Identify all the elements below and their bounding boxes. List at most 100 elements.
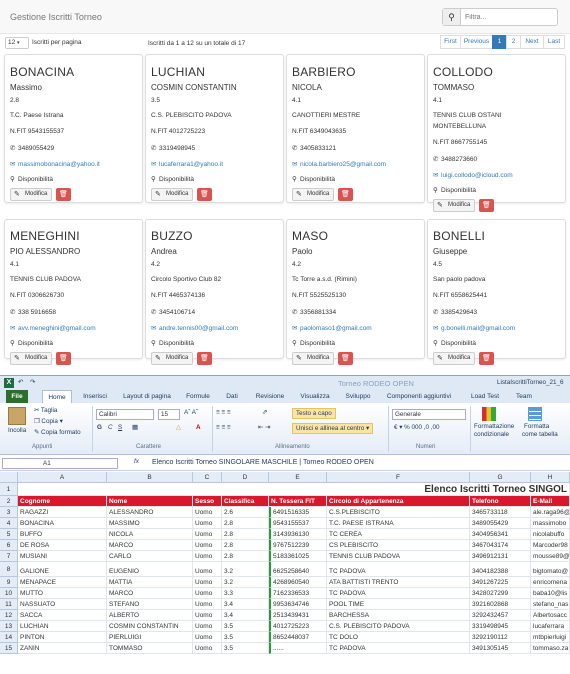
font-size-select[interactable]: 15 bbox=[158, 409, 180, 420]
table-cell[interactable]: 3.2 bbox=[222, 577, 269, 588]
availability-label[interactable]: Disponibilità bbox=[18, 340, 53, 347]
redo-icon[interactable]: ↷ bbox=[30, 379, 35, 386]
format-table-button[interactable]: Formatta bbox=[524, 423, 549, 430]
table-cell[interactable]: Uomo bbox=[193, 610, 222, 621]
row-header[interactable]: 14 bbox=[0, 632, 18, 643]
column-header[interactable]: E bbox=[269, 472, 327, 483]
table-cell[interactable]: ...... bbox=[269, 643, 327, 654]
per-page-select[interactable]: 12 ▾ bbox=[5, 37, 29, 49]
table-cell[interactable]: TC DOLO bbox=[327, 632, 470, 643]
table-cell[interactable]: CARLO bbox=[107, 551, 193, 562]
availability-label[interactable]: Disponibilità bbox=[300, 176, 335, 183]
table-cell[interactable]: 9543155537 bbox=[269, 518, 327, 529]
table-cell[interactable]: MASSIMO bbox=[107, 518, 193, 529]
column-header[interactable]: A bbox=[18, 472, 107, 483]
table-cell[interactable]: nicolabuffo bbox=[531, 529, 570, 540]
table-cell[interactable]: C.S.PLEBISCITO bbox=[327, 507, 470, 518]
row-header[interactable]: 5 bbox=[0, 529, 18, 540]
column-header[interactable]: C bbox=[193, 472, 222, 483]
column-header[interactable]: F bbox=[327, 472, 470, 483]
table-cell[interactable]: MUTTO bbox=[18, 588, 107, 599]
table-cell[interactable]: 3489055429 bbox=[470, 518, 531, 529]
table-cell[interactable]: tommaso.za bbox=[531, 643, 570, 654]
row-header[interactable]: 4 bbox=[0, 518, 18, 529]
table-cell[interactable]: TC PADOVA bbox=[327, 643, 470, 654]
select-all-corner[interactable] bbox=[0, 472, 18, 483]
column-header[interactable]: G bbox=[470, 472, 531, 483]
delete-button[interactable]: 🗑 bbox=[197, 188, 212, 201]
edit-button[interactable]: ✎ Modifica bbox=[10, 188, 52, 201]
table-cell[interactable]: TENNIS CLUB PADOVA bbox=[327, 551, 470, 562]
table-cell[interactable]: Albertosacc bbox=[531, 610, 570, 621]
availability-label[interactable]: Disponibilità bbox=[441, 187, 476, 194]
edit-button[interactable]: ✎ Modifica bbox=[292, 352, 334, 365]
table-cell[interactable]: 3496912131 bbox=[470, 551, 531, 562]
merge-center-button[interactable]: Unisci e allinea al centro ▾ bbox=[292, 423, 374, 434]
table-cell[interactable]: massimobo bbox=[531, 518, 570, 529]
availability-label[interactable]: Disponibilità bbox=[159, 176, 194, 183]
grow-font-icon[interactable]: Aˆ Aˇ bbox=[184, 409, 198, 416]
edit-button[interactable]: ✎ Modifica bbox=[433, 352, 475, 365]
table-cell[interactable]: mousse89@ bbox=[531, 551, 570, 562]
table-cell[interactable]: 3.5 bbox=[222, 621, 269, 632]
delete-button[interactable]: 🗑 bbox=[56, 352, 71, 365]
borders-icon[interactable]: ▦ bbox=[132, 424, 138, 431]
table-cell[interactable]: Uomo bbox=[193, 529, 222, 540]
tab-file[interactable]: File bbox=[6, 390, 28, 403]
row-header[interactable]: 13 bbox=[0, 621, 18, 632]
row-header[interactable]: 11 bbox=[0, 599, 18, 610]
column-header[interactable]: D bbox=[222, 472, 269, 483]
table-cell[interactable]: DE ROSA bbox=[18, 540, 107, 551]
bold-button[interactable]: G bbox=[97, 424, 102, 431]
delete-button[interactable]: 🗑 bbox=[479, 199, 494, 212]
table-cell[interactable]: 5183361025 bbox=[269, 551, 327, 562]
row-header[interactable]: 6 bbox=[0, 540, 18, 551]
column-label-cell[interactable]: Telefono bbox=[470, 496, 531, 507]
table-cell[interactable]: ZANIN bbox=[18, 643, 107, 654]
table-cell[interactable]: 2.8 bbox=[222, 518, 269, 529]
name-box[interactable]: A1 bbox=[2, 458, 118, 469]
availability-label[interactable]: Disponibilità bbox=[18, 176, 53, 183]
tab-home[interactable]: Home bbox=[42, 390, 72, 403]
table-cell[interactable]: ALBERTO bbox=[107, 610, 193, 621]
table-cell[interactable]: 9953634746 bbox=[269, 599, 327, 610]
table-cell[interactable]: MUSIANI bbox=[18, 551, 107, 562]
table-cell[interactable]: TC PADOVA bbox=[327, 562, 470, 577]
table-cell[interactable]: stefano_nas bbox=[531, 599, 570, 610]
delete-button[interactable]: 🗑 bbox=[56, 188, 71, 201]
table-cell[interactable]: Uomo bbox=[193, 632, 222, 643]
undo-icon[interactable]: ↶ bbox=[18, 379, 23, 386]
column-label-cell[interactable]: Classifica bbox=[222, 496, 269, 507]
tab-componenti[interactable]: Componenti aggiuntivi bbox=[380, 390, 458, 403]
table-cell[interactable]: 6625258640 bbox=[269, 562, 327, 577]
table-cell[interactable]: C.S. PLEBISCITO PADOVA bbox=[327, 621, 470, 632]
table-cell[interactable]: CS PLEBISCITO bbox=[327, 540, 470, 551]
table-cell[interactable]: RAGAZZI bbox=[18, 507, 107, 518]
table-cell[interactable]: BONACINA bbox=[18, 518, 107, 529]
availability-label[interactable]: Disponibilità bbox=[159, 340, 194, 347]
row-header[interactable]: 1 bbox=[0, 483, 18, 496]
table-cell[interactable]: EUGENIO bbox=[107, 562, 193, 577]
table-cell[interactable]: 3491267225 bbox=[470, 577, 531, 588]
table-cell[interactable]: Uomo bbox=[193, 621, 222, 632]
format-painter-button[interactable]: ✎ Copia formato bbox=[34, 429, 81, 436]
table-cell[interactable]: 3292432457 bbox=[470, 610, 531, 621]
table-cell[interactable]: 3.4 bbox=[222, 599, 269, 610]
tab-sviluppo[interactable]: Sviluppo bbox=[342, 390, 374, 403]
table-cell[interactable]: 2.8 bbox=[222, 529, 269, 540]
availability-label[interactable]: Disponibilità bbox=[441, 340, 476, 347]
table-cell[interactable]: NASSUATO bbox=[18, 599, 107, 610]
orientation-icon[interactable]: ⇗ bbox=[262, 409, 267, 416]
paste-icon[interactable] bbox=[8, 407, 26, 425]
email-link[interactable]: massimobonacina@yahoo.it bbox=[18, 161, 100, 168]
align-top-icon[interactable]: ≡ ≡ ≡ bbox=[216, 409, 231, 416]
search-input[interactable] bbox=[463, 9, 557, 25]
email-link[interactable]: andre.tennis00@gmail.com bbox=[159, 325, 238, 332]
cut-button[interactable]: ✂ Taglia bbox=[34, 407, 57, 414]
table-cell[interactable]: 4268960540 bbox=[269, 577, 327, 588]
table-cell[interactable]: BUFFO bbox=[18, 529, 107, 540]
table-cell[interactable]: 2.6 bbox=[222, 507, 269, 518]
column-header[interactable]: H bbox=[531, 472, 570, 483]
delete-button[interactable]: 🗑 bbox=[197, 352, 212, 365]
conditional-format-icon[interactable] bbox=[482, 407, 496, 421]
